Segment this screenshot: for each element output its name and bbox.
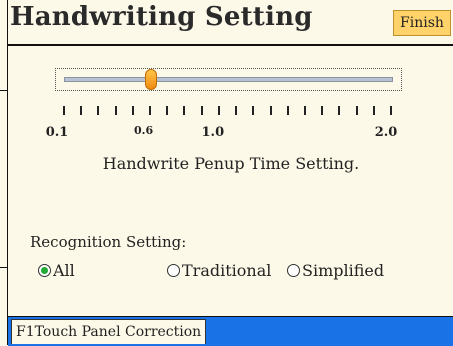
slider-tick-label: 0.6 (134, 124, 154, 137)
slider-tick-label: 2.0 (374, 125, 398, 140)
title-bar: Handwriting Setting Finish (8, 0, 453, 46)
slider-tick (149, 106, 152, 115)
slider-tick (390, 106, 392, 115)
radio-button-icon (167, 264, 180, 277)
recognition-setting-label: Recognition Setting: (30, 233, 187, 251)
page-title: Handwriting Setting (10, 2, 313, 32)
slider-tick-label: 1.0 (201, 125, 225, 140)
radio-simplified[interactable]: Simplified (287, 261, 384, 280)
slider-tick (286, 106, 289, 115)
slider-tick (252, 106, 255, 115)
slider-tick (321, 106, 324, 115)
radio-simplified-label: Simplified (302, 261, 385, 280)
radio-all-label: All (53, 261, 75, 280)
slider-ticks (63, 106, 393, 120)
slider-tick (183, 106, 186, 115)
radio-button-icon (287, 264, 300, 277)
slider-tick (355, 106, 358, 115)
slider-tick (338, 106, 341, 115)
slider-tick-label: 0.1 (45, 125, 69, 140)
slider-tick (63, 106, 65, 115)
slider-tick (303, 106, 306, 115)
slider-tick (269, 106, 272, 115)
slider-tick (217, 106, 220, 115)
slider-tick (372, 106, 375, 115)
finish-button[interactable]: Finish (393, 10, 451, 36)
slider-tick (200, 106, 203, 115)
radio-traditional-label: Traditional (182, 261, 272, 280)
slider-knob[interactable] (144, 69, 157, 90)
touch-panel-correction-button[interactable]: F1Touch Panel Correction (11, 319, 207, 344)
radio-button-icon (38, 264, 51, 277)
slider-tick (97, 106, 100, 115)
slider-tick (114, 106, 117, 115)
radio-traditional[interactable]: Traditional (167, 261, 271, 280)
bottom-bar: F1Touch Panel Correction (8, 316, 453, 346)
slider-tick (166, 106, 169, 115)
slider-tick (235, 106, 238, 115)
radio-all[interactable]: All (38, 261, 75, 280)
penup-time-label: Handwrite Penup Time Setting. (102, 154, 360, 173)
slider-tick (131, 106, 134, 115)
slider-track (64, 77, 393, 82)
recognition-options: All Traditional Simplified (38, 261, 448, 281)
slider-tick (80, 106, 83, 115)
settings-window: Handwriting Setting Finish 0.1 0.6 1.0 2.0 … (7, 0, 453, 346)
penup-time-slider[interactable] (55, 68, 402, 91)
